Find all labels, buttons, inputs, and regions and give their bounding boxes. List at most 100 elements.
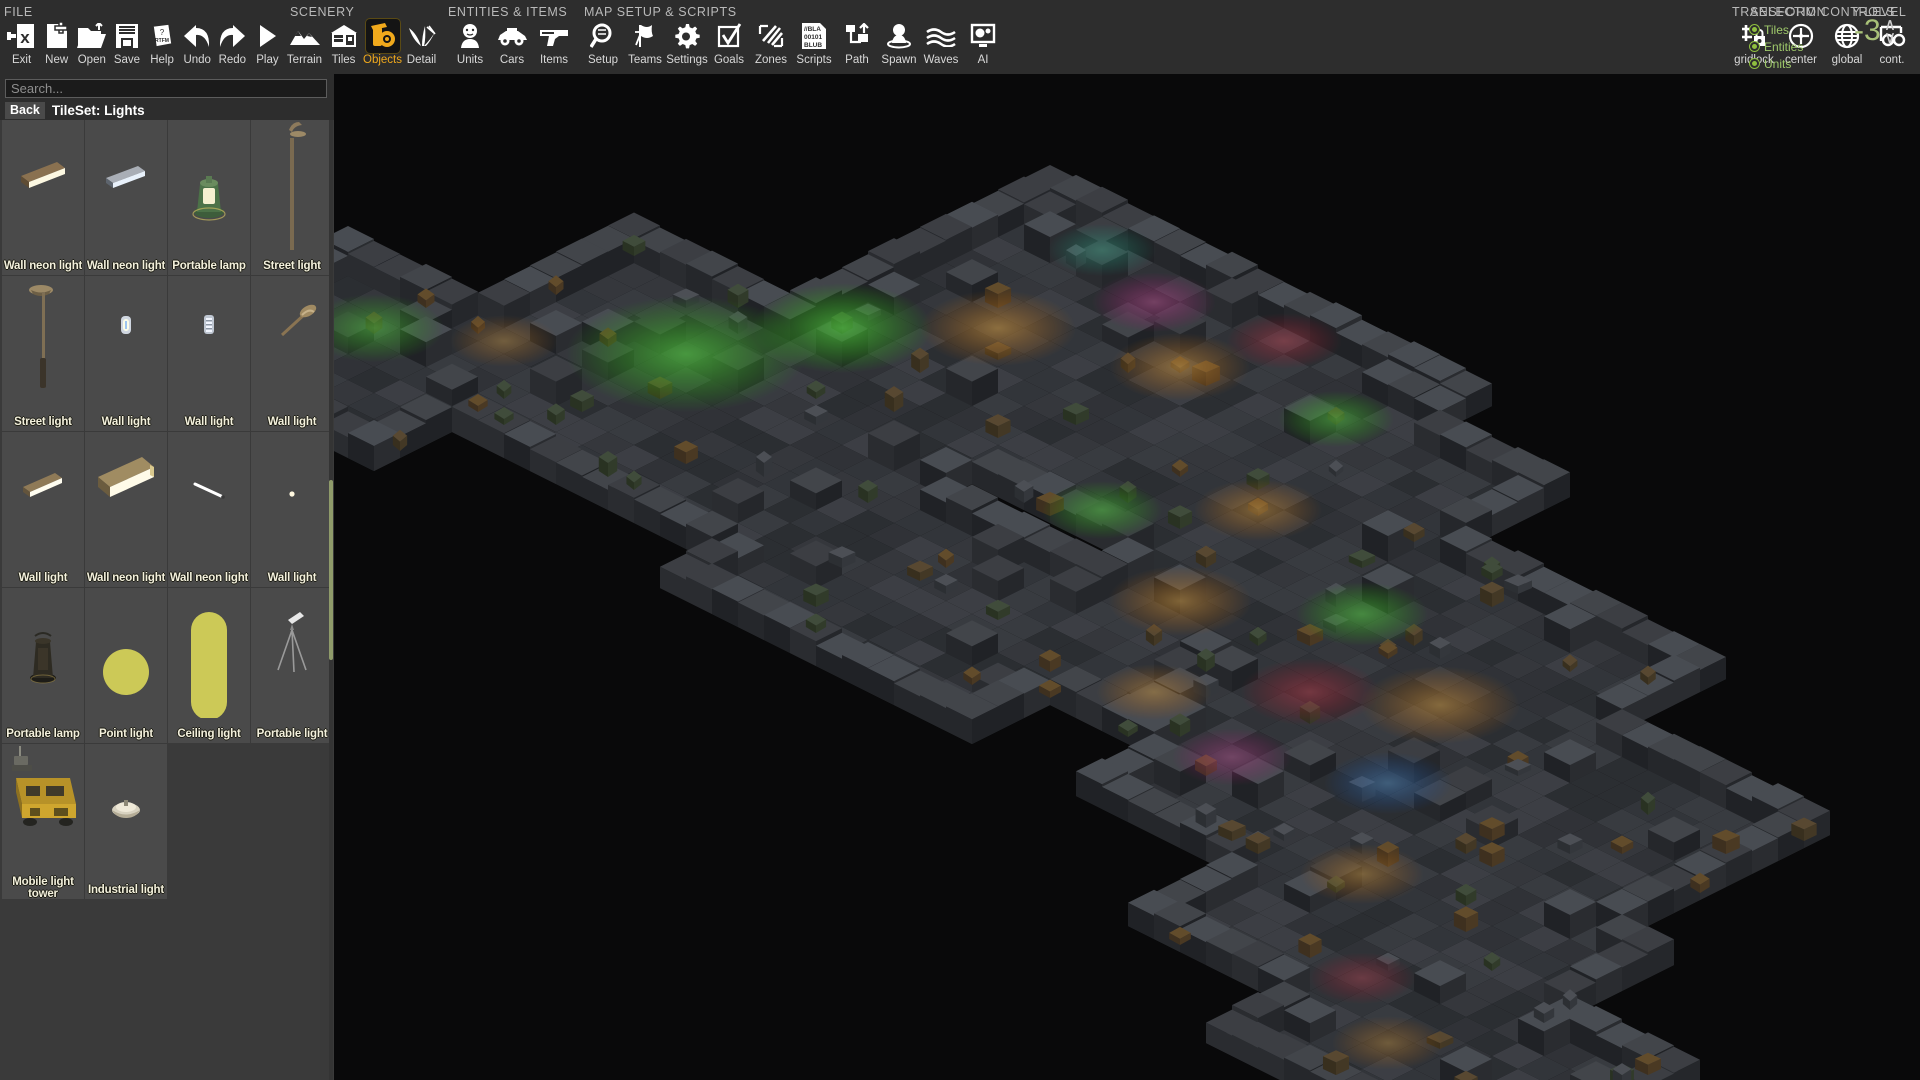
thin-neon-white-icon bbox=[2, 432, 84, 562]
items-button[interactable]: Items bbox=[533, 14, 575, 66]
ai-button[interactable]: AI bbox=[962, 14, 1004, 66]
svg-text:RTFM: RTFM bbox=[155, 38, 169, 44]
tile-label: Ceiling light bbox=[177, 728, 241, 740]
path-button[interactable]: Path bbox=[836, 14, 878, 66]
tile-item[interactable]: Industrial light bbox=[85, 744, 167, 899]
undo-arrow-icon bbox=[182, 21, 212, 51]
open-button[interactable]: Open bbox=[74, 14, 109, 66]
toolbar-group-mapsetup: MAP SETUP & SCRIPTS Setup Teams Settings… bbox=[576, 0, 1006, 74]
ai-monitor-icon bbox=[969, 21, 997, 51]
tile-item[interactable]: Ceiling light bbox=[168, 588, 250, 743]
cars-button[interactable]: Cars bbox=[491, 14, 533, 66]
tiles-label: Tiles bbox=[331, 54, 356, 66]
play-label: Play bbox=[256, 54, 279, 66]
neon-bar-tan-icon bbox=[2, 120, 84, 250]
checkbox-check-icon bbox=[716, 21, 742, 51]
car-icon bbox=[496, 21, 528, 51]
code-page-icon: //BLA 00101 BLUB bbox=[799, 21, 829, 51]
teams-button[interactable]: Teams bbox=[624, 14, 666, 66]
tile-item[interactable]: Street light bbox=[2, 276, 84, 431]
editor-root: FILE x Exit New Open Save ? RTFM Help Un… bbox=[0, 0, 1920, 1080]
tile-item[interactable]: Portable lamp bbox=[168, 120, 250, 275]
help-button[interactable]: ? RTFM Help bbox=[145, 14, 180, 66]
exit-label: Exit bbox=[11, 54, 32, 66]
cars-label: Cars bbox=[499, 54, 525, 66]
units-button[interactable]: Units bbox=[449, 14, 491, 66]
ceiling-light-capsule-icon bbox=[168, 588, 250, 718]
tile-item[interactable]: Wall light bbox=[251, 432, 333, 587]
zones-button[interactable]: Zones bbox=[750, 14, 792, 66]
settings-label: Settings bbox=[666, 54, 708, 66]
undo-button[interactable]: Undo bbox=[180, 14, 215, 66]
tile-item[interactable]: Street light bbox=[251, 120, 333, 275]
exit-door-icon: x bbox=[6, 21, 37, 51]
tile-item[interactable]: Wall light bbox=[168, 276, 250, 431]
selection-option-tiles[interactable]: Tiles bbox=[1750, 22, 1803, 37]
ylevel-group: Y-LEVEL -3 ∧ ∨ bbox=[1852, 0, 1920, 74]
redo-button[interactable]: Redo bbox=[215, 14, 250, 66]
save-button[interactable]: Save bbox=[109, 14, 144, 66]
new-button[interactable]: New bbox=[39, 14, 74, 66]
tile-item[interactable]: Portable lamp bbox=[2, 588, 84, 743]
hatched-square-icon bbox=[758, 21, 784, 51]
tile-item[interactable]: Point light bbox=[85, 588, 167, 743]
ylevel-down-button[interactable]: ∨ bbox=[1884, 29, 1896, 46]
tile-item[interactable]: Wall neon light bbox=[85, 432, 167, 587]
selection-group: SELECTION Tiles Entities Units bbox=[1750, 0, 1840, 74]
goals-label: Goals bbox=[713, 54, 745, 66]
tile-label: Street light bbox=[14, 416, 72, 428]
tile-label: Portable light bbox=[256, 728, 328, 740]
back-button[interactable]: Back bbox=[5, 101, 45, 119]
map-viewport[interactable] bbox=[334, 74, 1920, 1080]
tile-item[interactable]: Wall neon light bbox=[2, 120, 84, 275]
tiles-button[interactable]: Tiles bbox=[324, 14, 363, 66]
tile-label: Mobile light tower bbox=[12, 876, 74, 899]
spawn-button[interactable]: Spawn bbox=[878, 14, 920, 66]
zones-label: Zones bbox=[755, 54, 787, 66]
open-label: Open bbox=[77, 54, 106, 66]
streetlamp-tall-icon bbox=[251, 120, 333, 250]
scrollbar-thumb[interactable] bbox=[329, 480, 333, 660]
spawn-label: Spawn bbox=[881, 54, 917, 66]
terrain-button[interactable]: Terrain bbox=[285, 14, 324, 66]
breadcrumb: Back TileSet: Lights bbox=[0, 100, 334, 120]
path-nodes-icon bbox=[844, 21, 871, 51]
tile-item[interactable]: Wall light bbox=[2, 432, 84, 587]
play-button[interactable]: Play bbox=[250, 14, 285, 66]
selection-label-tiles: Tiles bbox=[1764, 22, 1789, 37]
selection-label-entities: Entities bbox=[1764, 39, 1804, 54]
tiny-neon-streak-icon bbox=[168, 432, 250, 562]
scripts-label: Scripts bbox=[796, 54, 832, 66]
tile-label: Wall light bbox=[267, 416, 317, 428]
exit-button[interactable]: x Exit bbox=[4, 14, 39, 66]
lantern-green-icon bbox=[168, 120, 250, 250]
tile-item[interactable]: Portable light bbox=[251, 588, 333, 743]
waves-button[interactable]: Waves bbox=[920, 14, 962, 66]
goals-button[interactable]: Goals bbox=[708, 14, 750, 66]
detail-label: Detail bbox=[406, 54, 437, 66]
scripts-button[interactable]: //BLA 00101 BLUB Scripts bbox=[792, 14, 836, 66]
selection-option-entities[interactable]: Entities bbox=[1750, 39, 1803, 54]
tile-item[interactable]: Wall light bbox=[251, 276, 333, 431]
undo-label: Undo bbox=[183, 54, 211, 66]
setup-button[interactable]: Setup bbox=[582, 14, 624, 66]
toolbar-group-entities: ENTITIES & ITEMS Units Cars Items bbox=[441, 0, 576, 74]
save-label: Save bbox=[113, 54, 141, 66]
settings-button[interactable]: Settings bbox=[666, 14, 708, 66]
tile-item[interactable]: Wall neon light bbox=[168, 432, 250, 587]
tile-item[interactable]: Wall light bbox=[85, 276, 167, 431]
tile-label: Street light bbox=[263, 260, 321, 272]
ai-label: AI bbox=[977, 54, 989, 66]
floppy-disk-icon bbox=[114, 21, 140, 51]
search-input[interactable] bbox=[5, 79, 327, 98]
tile-item[interactable]: Wall neon light bbox=[85, 120, 167, 275]
waves-icon bbox=[926, 21, 956, 51]
barrel-objects-icon bbox=[365, 19, 400, 53]
ylevel-value: -3 bbox=[1854, 14, 1881, 47]
tile-label: Portable lamp bbox=[6, 728, 80, 740]
detail-button[interactable]: Detail bbox=[402, 14, 441, 66]
tile-item[interactable]: Mobile light tower bbox=[2, 744, 84, 899]
selection-option-units[interactable]: Units bbox=[1750, 56, 1803, 71]
selection-title: SELECTION bbox=[1750, 5, 1827, 19]
objects-button[interactable]: Objects bbox=[363, 14, 402, 66]
